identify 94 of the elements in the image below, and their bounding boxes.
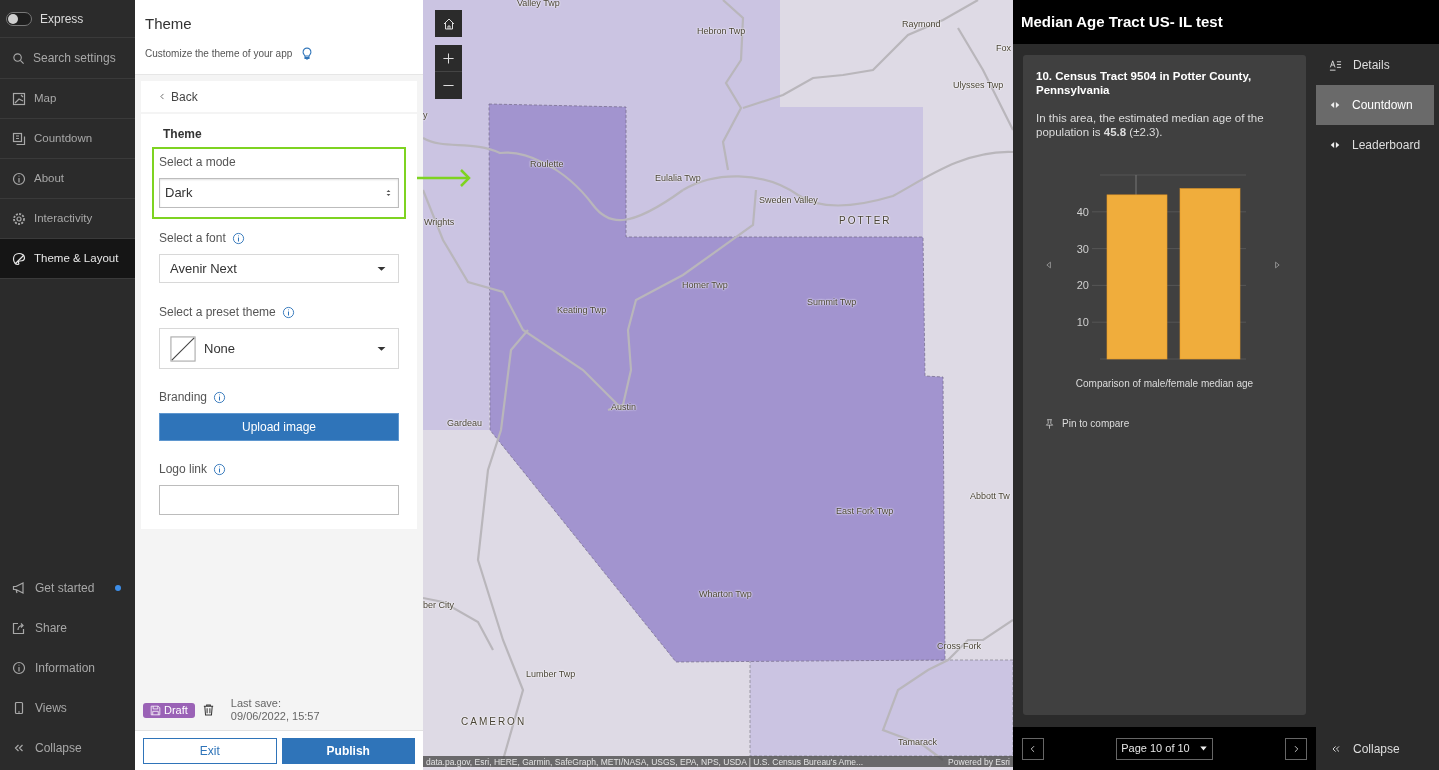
megaphone-icon <box>12 581 26 595</box>
place-label: Wharton Twp <box>699 589 752 600</box>
place-label: Summit Twp <box>807 297 857 308</box>
axis-tick-label: 20 <box>1076 279 1089 292</box>
last-save-time: 09/06/2022, 15:57 <box>230 710 320 723</box>
card-description: In this area, the estimated median age of the population is 45.8 (±2.3). <box>1036 111 1265 139</box>
caret-down-icon <box>1198 744 1208 753</box>
save-icon <box>150 704 161 716</box>
field-label: Select a preset theme <box>159 304 276 321</box>
next-page-button[interactable] <box>1285 737 1307 760</box>
place-label: Roulette <box>530 159 564 170</box>
panel-subtitle: Customize the theme of your app <box>145 46 293 61</box>
next-triangle-icon <box>1272 259 1282 271</box>
powered-by-link[interactable]: Powered by Esri <box>948 756 1010 767</box>
place-label: Cross Fork <box>937 641 981 652</box>
page-dropdown[interactable]: Page 10 of 10 <box>1116 737 1213 760</box>
text-align-icon <box>1329 58 1342 72</box>
place-label: Austin <box>611 402 636 413</box>
back-button[interactable]: Back <box>158 87 198 106</box>
chart-title: Comparison of male/female median age <box>1074 377 1255 391</box>
home-button[interactable] <box>435 10 462 37</box>
express-toggle[interactable] <box>6 11 32 26</box>
place-label: y <box>423 110 428 121</box>
map-icon <box>12 91 26 106</box>
place-label: Abbott Tw <box>970 491 1010 502</box>
toggle-label: Express <box>40 10 84 28</box>
settings-icon <box>12 211 26 226</box>
search-icon <box>12 51 25 65</box>
county-label: CAMERON <box>461 716 527 727</box>
palette-icon <box>12 251 26 266</box>
exit-button[interactable]: Exit <box>143 738 277 764</box>
font-dropdown[interactable]: Avenir Next <box>159 254 399 283</box>
info-icon <box>12 171 26 186</box>
home-icon <box>441 16 456 31</box>
axis-tick-label: 40 <box>1076 205 1089 218</box>
place-label: Tamarack <box>898 737 937 748</box>
chevron-left-icon <box>158 91 167 102</box>
panel-title: Theme <box>145 14 193 34</box>
view-tab[interactable]: Details <box>1316 45 1434 85</box>
card-title: 10. Census Tract 9504 in Potter County, Pennsylvania <box>1036 69 1253 97</box>
nav-item[interactable]: Views <box>0 688 135 728</box>
field-label: Branding <box>159 389 208 406</box>
place-label: Wrights <box>424 217 455 228</box>
place-label: ber City <box>423 600 454 611</box>
search-field[interactable]: Search settings <box>33 49 125 67</box>
draft-badge: Draft <box>143 702 195 718</box>
trash-icon <box>201 703 215 717</box>
place-label: Hebron Twp <box>697 26 746 37</box>
place-label: Homer Twp <box>682 280 728 291</box>
previous-triangle-icon <box>1044 259 1054 271</box>
county-label: POTTER <box>839 215 892 226</box>
logo-link-field[interactable] <box>159 485 399 515</box>
place-label: East Fork Twp <box>836 506 894 517</box>
section-heading: Theme <box>163 126 203 143</box>
phone-icon <box>12 701 26 715</box>
axis-tick-label: 10 <box>1076 316 1089 329</box>
place-label: Eulalia Twp <box>655 173 701 184</box>
field-label: Select a font <box>159 230 226 247</box>
view-tab[interactable]: Countdown <box>1316 85 1434 125</box>
mode-select[interactable]: Dark <box>159 178 399 208</box>
place-label: Keating Twp <box>557 305 607 316</box>
collapse-button[interactable]: Collapse <box>1316 730 1434 768</box>
nav-item[interactable]: Information <box>0 648 135 688</box>
last-save-label: Last save: <box>230 697 282 710</box>
field-label: Logo link <box>159 461 208 478</box>
place-label: Lumber Twp <box>526 669 576 680</box>
pin-icon <box>1044 417 1055 430</box>
collapse-icon <box>1330 743 1342 755</box>
no-theme-swatch-icon <box>170 335 196 362</box>
spinner-arrows-icon <box>384 187 393 199</box>
field-label: Select a mode <box>159 154 236 171</box>
pages-icon <box>12 131 26 146</box>
map-attribution: data.pa.gov, Esri, HERE, Garmin, SafeGraph, METI/NASA, USGS, EPA, NPS, USDA | U.S. Census Bureau's Ame... <box>426 756 864 767</box>
nav-item[interactable]: Get started <box>0 568 135 608</box>
place-label: Valley Twp <box>517 0 560 9</box>
axis-tick-label: 30 <box>1076 242 1089 255</box>
place-label: Gardeau <box>447 418 483 429</box>
info-icon <box>12 661 26 675</box>
place-label: Raymond <box>902 19 941 30</box>
share-icon <box>12 621 26 635</box>
theme-dropdown[interactable]: None <box>159 328 399 369</box>
publish-button[interactable]: Publish <box>281 738 415 764</box>
previous-page-button[interactable] <box>1022 737 1044 760</box>
pin-to-compare-button[interactable]: Pin to compare <box>1044 416 1130 431</box>
plus-icon <box>442 51 455 65</box>
place-label: Fox <box>996 43 1011 54</box>
view-tab[interactable]: Leaderboard <box>1316 125 1434 165</box>
nav-item[interactable]: Collapse <box>0 728 135 768</box>
place-label: Ulysses Twp <box>953 80 1004 91</box>
nav-item[interactable]: Theme & Layout <box>0 239 135 279</box>
place-label: Sweden Valley <box>759 195 818 206</box>
nav-item[interactable]: Share <box>0 608 135 648</box>
app-title: Median Age Tract US- IL test <box>1013 0 1439 44</box>
upload-image-button[interactable]: Upload image <box>159 413 399 441</box>
